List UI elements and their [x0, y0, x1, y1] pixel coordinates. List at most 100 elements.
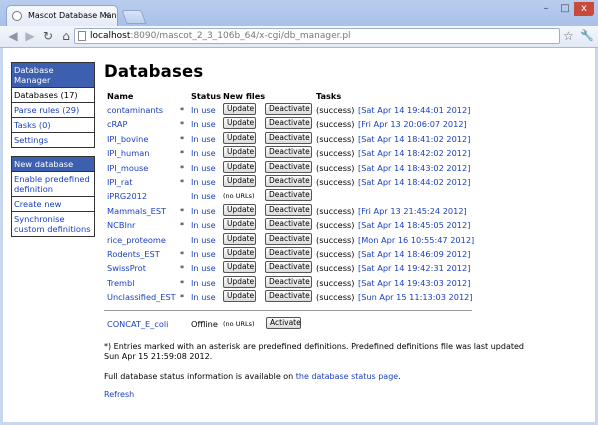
- database-link[interactable]: IPI_human: [107, 148, 149, 158]
- task-result: (success): [316, 292, 355, 303]
- tab-close-icon[interactable]: ×: [103, 10, 111, 21]
- table-row: iPRG2012 In use (no URLs) Deactivate: [104, 189, 584, 203]
- status-link[interactable]: In use: [191, 191, 216, 201]
- status-link[interactable]: In use: [191, 177, 216, 187]
- status-link[interactable]: In use: [191, 163, 216, 173]
- sidebar-item-create-new[interactable]: Create new: [12, 196, 94, 211]
- database-link[interactable]: Trembl: [107, 278, 134, 288]
- update-button[interactable]: Update: [223, 117, 256, 130]
- task-timestamp-link[interactable]: [Sat Apr 14 18:42:02 2012]: [358, 148, 470, 158]
- wrench-menu-icon[interactable]: 🔧: [580, 29, 594, 43]
- sidebar-item-settings[interactable]: Settings: [12, 132, 94, 147]
- update-button[interactable]: Update: [223, 160, 256, 173]
- reload-icon[interactable]: ↻: [41, 29, 55, 43]
- database-link[interactable]: Rodents_EST: [107, 249, 160, 259]
- update-button[interactable]: Update: [223, 203, 256, 216]
- task-timestamp-link[interactable]: [Sat Apr 14 19:43:03 2012]: [358, 278, 470, 288]
- database-link[interactable]: IPI_mouse: [107, 163, 148, 173]
- deactivate-button[interactable]: Deactivate: [265, 290, 312, 303]
- update-button[interactable]: Update: [223, 131, 256, 144]
- minimize-button[interactable]: –: [537, 2, 555, 16]
- update-button[interactable]: Update: [223, 218, 256, 231]
- status-link[interactable]: In use: [191, 105, 216, 115]
- task-timestamp-link[interactable]: [Sat Apr 14 19:42:31 2012]: [358, 263, 470, 273]
- deactivate-button[interactable]: Deactivate: [265, 174, 312, 187]
- update-button[interactable]: Update: [223, 290, 256, 303]
- status-link[interactable]: In use: [191, 263, 216, 273]
- database-link[interactable]: Mammals_EST: [107, 206, 166, 216]
- table-row: IPI_bovine * In use Update Deactivate (succes…: [104, 131, 584, 146]
- forward-icon[interactable]: ▶: [23, 29, 37, 43]
- bookmark-star-icon[interactable]: ☆: [563, 29, 574, 43]
- deactivate-button[interactable]: Deactivate: [265, 246, 312, 259]
- database-link[interactable]: iPRG2012: [107, 191, 147, 201]
- deactivate-button[interactable]: Deactivate: [265, 261, 312, 274]
- sidebar-item-parse-rules[interactable]: Parse rules (29): [12, 102, 94, 117]
- task-timestamp-link[interactable]: [Mon Apr 16 10:55:47 2012]: [358, 235, 474, 245]
- database-link[interactable]: rice_proteome: [107, 235, 166, 245]
- database-link[interactable]: IPI_bovine: [107, 134, 148, 144]
- status-link[interactable]: In use: [191, 134, 216, 144]
- status-link[interactable]: In use: [191, 206, 216, 216]
- update-button[interactable]: Update: [223, 246, 256, 259]
- activate-button[interactable]: Activate: [266, 317, 301, 330]
- task-timestamp-link[interactable]: [Fri Apr 13 20:06:07 2012]: [358, 119, 467, 129]
- status-link[interactable]: In use: [191, 148, 216, 158]
- back-icon[interactable]: ◀: [6, 29, 20, 43]
- status-link[interactable]: In use: [191, 119, 216, 129]
- home-icon[interactable]: ⌂: [59, 29, 73, 43]
- database-link[interactable]: CONCAT_E_coli: [107, 319, 168, 329]
- sidebar-item-tasks[interactable]: Tasks (0): [12, 117, 94, 132]
- task-timestamp-link[interactable]: [Sat Apr 14 19:44:01 2012]: [358, 105, 470, 115]
- task-result: (success): [316, 105, 355, 115]
- task-timestamp-link[interactable]: [Sat Apr 14 18:43:02 2012]: [358, 163, 470, 173]
- database-link[interactable]: SwissProt: [107, 263, 146, 273]
- status-link[interactable]: In use: [191, 278, 216, 288]
- update-button[interactable]: Update: [223, 146, 256, 159]
- status-link[interactable]: In use: [191, 249, 216, 259]
- deactivate-button[interactable]: Deactivate: [265, 131, 312, 144]
- address-bar[interactable]: localhost:8090/mascot_2_3_106b_64/x-cgi/…: [74, 28, 560, 44]
- col-name: Name: [107, 91, 134, 101]
- deactivate-button[interactable]: Deactivate: [265, 203, 312, 216]
- database-link[interactable]: Unclassified_EST: [107, 292, 176, 302]
- new-tab-button[interactable]: [121, 10, 147, 24]
- update-button[interactable]: Update: [223, 174, 256, 187]
- task-timestamp-link[interactable]: [Sat Apr 14 18:41:02 2012]: [358, 134, 470, 144]
- task-timestamp-link[interactable]: [Sat Apr 14 18:46:09 2012]: [358, 249, 470, 259]
- database-link[interactable]: cRAP: [107, 119, 127, 129]
- task-timestamp-link[interactable]: [Fri Apr 13 21:45:24 2012]: [358, 206, 467, 216]
- deactivate-button[interactable]: Deactivate: [265, 103, 312, 115]
- browser-tab[interactable]: Mascot Database Manager ×: [6, 5, 118, 26]
- status-link[interactable]: In use: [191, 220, 216, 230]
- task-result: (success): [316, 162, 355, 173]
- maximize-button[interactable]: □: [556, 2, 574, 16]
- deactivate-button[interactable]: Deactivate: [265, 160, 312, 173]
- sidebar-item-synchronise[interactable]: Synchronise custom definitions: [12, 211, 94, 236]
- deactivate-button[interactable]: Deactivate: [265, 117, 312, 130]
- status-link[interactable]: In use: [191, 235, 216, 245]
- update-button[interactable]: Update: [223, 232, 256, 245]
- task-timestamp-link[interactable]: [Sat Apr 14 18:45:05 2012]: [358, 220, 470, 230]
- task-timestamp-link[interactable]: [Sat Apr 14 18:44:02 2012]: [358, 177, 470, 187]
- deactivate-button[interactable]: Deactivate: [265, 232, 312, 245]
- task-timestamp-link[interactable]: [Sun Apr 15 11:13:03 2012]: [358, 292, 473, 302]
- deactivate-button[interactable]: Deactivate: [265, 189, 312, 202]
- deactivate-button[interactable]: Deactivate: [265, 218, 312, 231]
- table-row: rice_proteome In use Update Deactivate (succ…: [104, 232, 584, 247]
- database-link[interactable]: contaminants: [107, 105, 163, 115]
- database-link[interactable]: IPI_rat: [107, 177, 132, 187]
- col-new-files: New files: [223, 91, 266, 101]
- update-button[interactable]: Update: [223, 103, 256, 115]
- deactivate-button[interactable]: Deactivate: [265, 146, 312, 159]
- sidebar-item-databases[interactable]: Databases (17): [12, 87, 94, 102]
- update-button[interactable]: Update: [223, 275, 256, 288]
- close-window-button[interactable]: x: [574, 2, 594, 16]
- deactivate-button[interactable]: Deactivate: [265, 275, 312, 288]
- database-link[interactable]: NCBInr: [107, 220, 135, 230]
- sidebar-item-enable-predefined[interactable]: Enable predefined definition: [12, 171, 94, 196]
- update-button[interactable]: Update: [223, 261, 256, 274]
- database-status-link[interactable]: the database status page: [296, 372, 398, 381]
- refresh-link[interactable]: Refresh: [104, 390, 584, 399]
- status-link[interactable]: In use: [191, 292, 216, 302]
